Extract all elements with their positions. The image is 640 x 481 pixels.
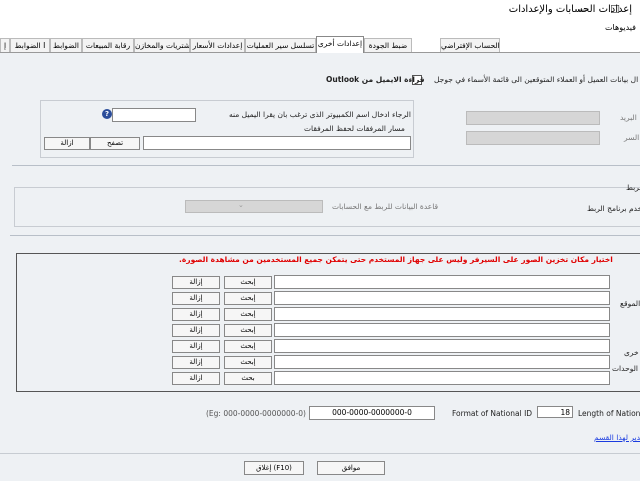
remove-attachments-button[interactable]: ازالة [44, 137, 90, 150]
link-section-title: الربط [626, 183, 640, 192]
tab-default-account[interactable]: الحساب الإفتراضي [440, 38, 500, 52]
tab-truncated[interactable]: إ [0, 38, 10, 52]
dialog-footer: موافق إغلاق (F10) [0, 453, 640, 481]
image-row-label: خرى [624, 348, 639, 357]
image-browse-button[interactable]: بحث [224, 372, 272, 385]
password-label: السر [624, 133, 640, 142]
divider [12, 165, 640, 166]
attachments-path-input[interactable] [143, 136, 411, 150]
image-browse-button[interactable]: إبحث [224, 308, 272, 321]
tab-other-settings[interactable]: إعدادات أخرى [316, 36, 364, 53]
image-browse-button[interactable]: إبحث [224, 324, 272, 337]
close-button[interactable]: إغلاق (F10) [244, 461, 304, 475]
image-browse-button[interactable]: إبحث [224, 340, 272, 353]
image-path-input[interactable] [274, 371, 610, 385]
mail-label: البريد [620, 113, 637, 122]
mail-input[interactable] [466, 111, 600, 125]
chevron-down-icon: ⌄ [238, 201, 244, 209]
national-id-example: (Eg: 000-0000-0000000-0) [206, 409, 306, 418]
tab-purchases-stores[interactable]: المشتريات والمخازن [134, 38, 190, 52]
image-storage-notice: اختيار مكان تخزين الصور على السيرفر وليس… [179, 255, 613, 264]
image-row-label: الموقع [620, 299, 640, 308]
section-manager-link[interactable]: مدير لهذا القسم [594, 433, 640, 442]
computer-name-input[interactable] [112, 108, 196, 122]
title-bar: — ☐ إعدادات الحسابات والإعدادات [0, 0, 640, 22]
image-path-input[interactable] [274, 307, 610, 321]
tab-sales-control[interactable]: رقابة المبيعات [82, 38, 134, 52]
image-path-input[interactable] [274, 339, 610, 353]
menu-bar: فيديوهات [0, 22, 640, 36]
image-browse-button[interactable]: إبحث [224, 276, 272, 289]
image-row-label: الوحدات [612, 364, 638, 373]
image-path-input[interactable] [274, 323, 610, 337]
google-contacts-label: ال بيانات العميل أو العملاء المتوقعين ال… [434, 75, 639, 84]
image-remove-button[interactable]: ازالة [172, 372, 220, 385]
outlook-label: قراءة الايميل من Outlook [326, 75, 425, 84]
image-path-input[interactable] [274, 275, 610, 289]
help-icon[interactable]: ? [102, 109, 112, 119]
ok-button[interactable]: موافق [317, 461, 385, 475]
image-path-input[interactable] [274, 355, 610, 369]
image-remove-button[interactable]: إزالة [172, 324, 220, 337]
browse-attachments-button[interactable]: تصفح [90, 137, 140, 150]
settings-panel: قراءة الايميل من Outlook ال بيانات العمي… [0, 53, 640, 453]
password-input[interactable] [466, 131, 600, 145]
menu-videos[interactable]: فيديوهات [605, 23, 636, 32]
national-id-format-label: Format of National ID [452, 409, 533, 418]
national-id-length-input[interactable]: 18 [537, 406, 573, 418]
image-path-input[interactable] [274, 291, 610, 305]
image-remove-button[interactable]: إزالة [172, 340, 220, 353]
national-id-length-label: Length of Nationa [578, 409, 640, 418]
tab-controls-i[interactable]: الضوابط I [10, 38, 50, 52]
image-remove-button[interactable]: إزالة [172, 356, 220, 369]
image-remove-button[interactable]: إزالة [172, 308, 220, 321]
window-title: إعدادات الحسابات والإعدادات [508, 4, 632, 15]
attachments-path-label: مسار المرفقات لحفظ المرفقات [304, 124, 405, 133]
image-browse-button[interactable]: إبحث [224, 292, 272, 305]
link-settings-group [14, 187, 640, 227]
image-remove-button[interactable]: إزالة [172, 276, 220, 289]
tab-price-settings[interactable]: إعدادات الأسعار [190, 38, 245, 52]
tab-controls[interactable]: الضوابط [50, 38, 82, 52]
computer-name-prompt: الرجاء ادخال اسم الكمبيوتر الذى ترغب بان… [229, 110, 411, 119]
divider [10, 235, 640, 236]
tab-workflow-sequence[interactable]: تسلسل سير العمليات [245, 38, 316, 52]
tab-quality-control[interactable]: ضبط الجودة [364, 38, 412, 52]
link-program-label: ستخدم برنامج الربط [587, 204, 640, 213]
link-database-select[interactable] [185, 200, 323, 213]
national-id-format-input[interactable]: 000-0000-0000000-0 [309, 406, 435, 420]
image-browse-button[interactable]: إبحث [224, 356, 272, 369]
image-remove-button[interactable]: إزالة [172, 292, 220, 305]
tab-bar: الحساب الإفتراضي ضبط الجودة إعدادات أخرى… [0, 36, 640, 53]
link-database-label: قاعدة البيانات للربط مع الحسابات [332, 202, 439, 211]
